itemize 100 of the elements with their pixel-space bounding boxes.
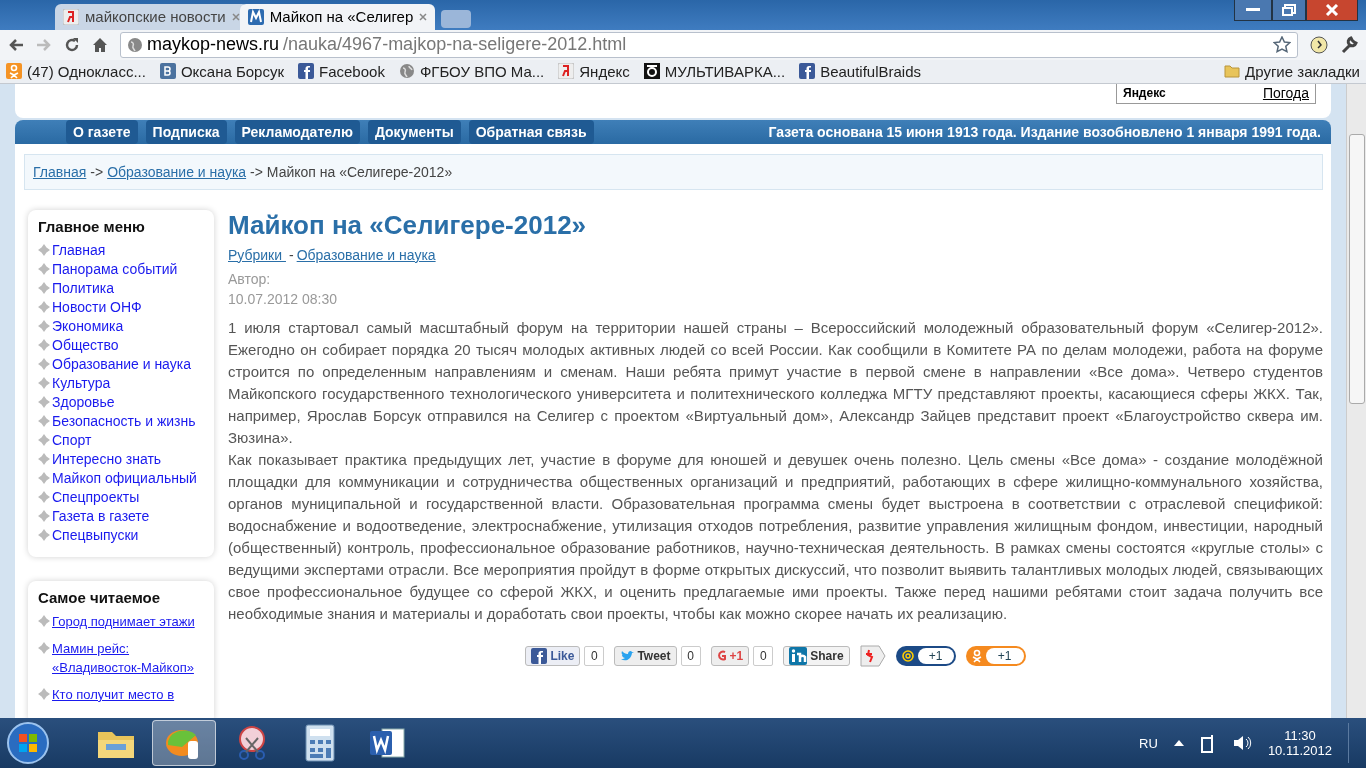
- volume-icon[interactable]: [1231, 734, 1252, 753]
- article-paragraph: 1 июля стартовал самый масштабный форум на территории нашей страны – Всероссийский молодежный образовательный форум «Селигер-2012». Ежегодно он собирает порядка 20 тысяч молодых активных людей со всей России. Как сообщили в Комитете РА по делам молодежи, работа на форуме строится по определенным направлениям и сменам. Наши ребята примут участие в первой смене в направлении «Все дома». Четверо студентов Майкопского государственного технологического университета и политехнического колледжа МГТУ представляют проекты, касающиеся сферы ЖКХ. Так, например, Ярослав Борсук отправился на Селигер с проектом «Виртуальный дом», Александр Зайцев представит проект «Благоустройство сквера им. Зюзина».: [228, 317, 1323, 448]
- menu-link[interactable]: Спецпроекты: [52, 487, 140, 507]
- menu-link[interactable]: Кто получит место в: [52, 684, 175, 704]
- menu-link[interactable]: Новости ОНФ: [52, 297, 142, 317]
- plus-one-count: 0: [753, 645, 774, 666]
- new-tab-button[interactable]: [441, 9, 472, 28]
- bookmark[interactable]: МУЛЬТИВАРКА...: [643, 62, 786, 80]
- bullet-icon: [38, 452, 50, 465]
- clock-icon[interactable]: [1310, 35, 1328, 54]
- panel-title: Главное меню: [38, 217, 146, 235]
- bullet-icon: [38, 528, 50, 541]
- close-icon: [1325, 4, 1339, 16]
- yandex-icon: [63, 8, 79, 25]
- scroll-thumb[interactable]: [1348, 133, 1365, 404]
- bullet-icon: [38, 243, 50, 256]
- bullet-icon: [38, 433, 50, 446]
- other-bookmarks[interactable]: Другие закладки: [1224, 62, 1360, 80]
- menu-link[interactable]: Майкоп официальный: [52, 468, 197, 488]
- author-label: Автор:: [228, 269, 272, 289]
- browser-tab[interactable]: Майкоп на «Селигер: [239, 3, 436, 30]
- language-indicator[interactable]: RU: [1139, 735, 1158, 751]
- nav-button[interactable]: Обратная связь: [468, 119, 594, 144]
- bookmark[interactable]: BeautifulBraids: [799, 62, 922, 80]
- g-icon: [716, 648, 727, 663]
- menu-link[interactable]: Экономика: [52, 316, 124, 336]
- folder-icon: [1224, 64, 1241, 79]
- menu-link[interactable]: Образование и наука: [52, 354, 191, 374]
- close-icon[interactable]: [419, 12, 428, 21]
- menu-link[interactable]: Общество: [52, 335, 119, 355]
- facebook-icon: [531, 647, 548, 664]
- ok-plus-one-button[interactable]: +1: [965, 645, 1026, 666]
- menu-link[interactable]: Интересно знать: [52, 449, 162, 469]
- logo-icon: [247, 8, 264, 25]
- bird-icon: [620, 649, 635, 662]
- home-icon[interactable]: [92, 36, 108, 53]
- tray-arrow-icon[interactable]: [1173, 740, 1184, 747]
- linkedin-share-button[interactable]: Share: [783, 645, 850, 666]
- bullet-icon: [38, 319, 50, 332]
- tweet-count: 0: [680, 645, 701, 666]
- menu-link[interactable]: Политика: [52, 278, 114, 298]
- weather-link[interactable]: Погода: [1262, 85, 1309, 102]
- bookmark[interactable]: (47) Однокласс...: [6, 62, 146, 80]
- tweet-button[interactable]: Tweet: [614, 645, 677, 666]
- menu-link[interactable]: Город поднимает этажи: [52, 611, 195, 631]
- nav-button[interactable]: Документы: [367, 119, 461, 144]
- calculator-icon[interactable]: [304, 724, 336, 763]
- menu-link[interactable]: Безопасность и жизнь: [52, 411, 196, 431]
- bullet-icon: [38, 300, 50, 313]
- menu-link[interactable]: Газета в газете: [52, 506, 150, 526]
- plus-one-button[interactable]: +1: [710, 645, 750, 666]
- bullet-icon: [38, 376, 50, 389]
- mail-plus-one-button[interactable]: +1: [895, 645, 956, 666]
- article-date: 10.07.2012 08:30: [228, 289, 338, 309]
- maximize-button[interactable]: [1272, 0, 1306, 21]
- ok-icon: [6, 63, 22, 80]
- power-icon[interactable]: [1199, 733, 1216, 754]
- menu-link[interactable]: Здоровье: [52, 392, 115, 412]
- tagline: Газета основана 15 июня 1913 года. Издание возобновлено 1 января 1991 года.: [768, 123, 1321, 140]
- menu-link[interactable]: Мамин рейс: «Владивосток-Майкоп»: [52, 638, 204, 677]
- breadcrumb-link[interactable]: Главная: [33, 163, 87, 180]
- nav-button[interactable]: Рекламодателю: [234, 119, 360, 144]
- clock-time: 11:30: [1284, 728, 1316, 744]
- yandex-share-icon[interactable]: [859, 644, 886, 667]
- clock[interactable]: 11:30 10.11.2012: [1267, 728, 1332, 759]
- facebook-icon: [799, 63, 816, 80]
- bookmark[interactable]: Оксана Борсук: [159, 62, 284, 80]
- wrench-icon[interactable]: [1340, 35, 1358, 54]
- address-bar[interactable]: maykop-news.ru /nauka/4967-majkop-na-seligere-2012.html: [120, 31, 1298, 58]
- nav-button[interactable]: Подписка: [145, 119, 227, 144]
- menu-link[interactable]: Панорама событий: [52, 259, 178, 279]
- like-button[interactable]: Like: [525, 645, 581, 666]
- taskbar-app[interactable]: [152, 720, 216, 767]
- menu-link[interactable]: Спорт: [52, 430, 92, 450]
- minimize-button[interactable]: [1234, 0, 1272, 21]
- bullet-icon: [38, 509, 50, 522]
- globe-icon: [127, 36, 143, 53]
- bullet-icon: [38, 614, 50, 627]
- star-icon[interactable]: [1273, 35, 1291, 54]
- bookmark[interactable]: Facebook: [298, 62, 385, 80]
- globe-icon: [398, 63, 415, 80]
- start-button[interactable]: [6, 721, 50, 766]
- back-icon[interactable]: [8, 37, 24, 52]
- nav-button[interactable]: О газете: [66, 119, 138, 144]
- bullet-icon: [38, 641, 50, 654]
- menu-link[interactable]: Культура: [52, 373, 111, 393]
- menu-link[interactable]: Главная: [52, 240, 106, 260]
- bullet-icon: [38, 338, 50, 351]
- article-title: Майкоп на «Селигере-2012»: [228, 209, 588, 241]
- rubric-link[interactable]: Рубрики: [228, 246, 286, 263]
- minimize-icon: [1246, 8, 1260, 12]
- menu-link[interactable]: Спецвыпуски: [52, 525, 139, 545]
- scrollbar[interactable]: [1346, 83, 1366, 719]
- bookmark[interactable]: ФГБОУ ВПО Ма...: [398, 62, 545, 80]
- bookmark[interactable]: Яндекс: [558, 62, 630, 80]
- category-link[interactable]: Образование и наука: [296, 246, 436, 263]
- close-button[interactable]: [1306, 0, 1358, 21]
- bullet-icon: [38, 687, 50, 700]
- reload-icon[interactable]: [64, 36, 80, 53]
- breadcrumb-link[interactable]: Образование и наука: [107, 163, 247, 180]
